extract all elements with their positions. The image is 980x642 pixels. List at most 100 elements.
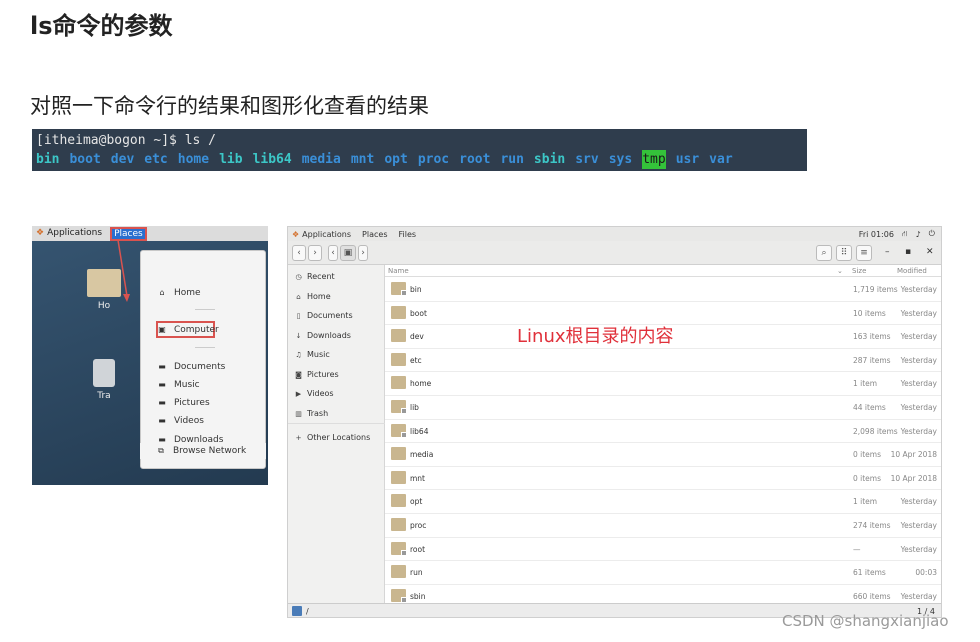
menu-separator [195,309,215,310]
file-row[interactable]: run 61 items 00:03 [385,561,941,585]
sidebar-item-label: Documents [307,311,353,320]
terminal-entry: sys [608,152,633,167]
file-modified: 10 Apr 2018 [890,450,937,460]
file-modified: Yesterday [900,285,937,294]
folder-icon [391,470,406,484]
file-row[interactable]: lib64 2,098 items Yesterday [385,420,941,444]
path-right-button[interactable]: › [358,245,368,261]
file-size: 1,719 items [853,285,898,294]
menu-icon: ≡ [860,248,868,258]
file-modified: Yesterday [900,521,937,530]
applications-menu[interactable]: Applications [302,230,351,239]
file-row[interactable]: etc 287 items Yesterday [385,349,941,373]
sidebar-item-recent[interactable]: ◷ Recent [294,270,334,284]
file-row[interactable]: home 1 item Yesterday [385,372,941,396]
file-name: lib64 [410,426,429,436]
column-modified[interactable]: Modified [897,265,927,277]
places-item-label: Browse Network [173,446,247,456]
folder-icon [391,305,406,319]
places-item-documents[interactable]: ▬ Documents [141,359,265,375]
file-modified: 00:03 [915,568,937,578]
sidebar-item-videos[interactable]: ▶ Videos [294,387,334,401]
sidebar-item-pictures[interactable]: ◙ Pictures [294,368,339,382]
watermark: CSDN @shangxianjiao [782,612,949,630]
places-dropdown: ⌂ Home ▣ Computer ▬ Documents ▬ Music ▬ Pictu… [140,250,266,469]
symlink-badge-icon [401,290,407,296]
folder-icon [391,282,407,296]
file-row[interactable]: mnt 0 items 10 Apr 2018 [385,467,941,491]
back-button[interactable]: ‹ [292,245,306,261]
symlink-badge-icon [401,408,407,414]
trash-icon: ▥ [295,410,302,418]
desktop-trash-icon[interactable]: Tra [84,359,124,401]
plus-icon: + [295,434,302,442]
search-icon: ⌕ [821,248,827,258]
files-topbar: ❖ Applications Places Files Fri 01:06 ⛙ … [288,227,941,241]
file-size: 287 items [853,355,891,365]
sidebar-item-other-locations[interactable]: + Other Locations [294,431,371,445]
sidebar-item-trash[interactable]: ▥ Trash [294,407,328,421]
file-row[interactable]: bin 1,719 items Yesterday [385,278,941,302]
sidebar-item-label: Trash [307,409,329,418]
column-header: Name ⌄ Size Modified [385,265,941,277]
places-menu[interactable]: Places [362,230,387,239]
file-row[interactable]: lib 44 items Yesterday [385,396,941,420]
folder-icon [391,400,407,414]
places-menu-button[interactable]: Places [110,226,147,241]
terminal-entry: media [301,152,341,167]
places-item-pictures[interactable]: ▬ Pictures [141,395,265,411]
file-size: 0 items [853,473,882,483]
file-row[interactable]: proc 274 items Yesterday [385,514,941,538]
terminal-entry: mnt [350,152,375,167]
sidebar-item-label: Home [307,292,331,301]
desktop-home-icon[interactable]: Ho [84,269,124,311]
file-row[interactable]: root — Yesterday [385,538,941,562]
file-row[interactable]: opt 1 item Yesterday [385,490,941,514]
power-icon[interactable]: ⏻ [929,229,935,239]
file-modified: Yesterday [900,497,937,507]
applications-icon: ❖ [36,228,45,238]
column-name[interactable]: Name [388,265,409,277]
computer-icon: ▣ [158,325,166,334]
column-size[interactable]: Size [852,265,866,277]
sidebar-item-home[interactable]: ⌂ Home [294,290,331,304]
terminal-entry: proc [417,152,450,167]
file-row[interactable]: media 0 items 10 Apr 2018 [385,443,941,467]
recent-icon: ◷ [295,273,302,281]
sidebar-item-label: Other Locations [307,433,371,442]
terminal-entry: root [459,152,491,167]
places-item-music[interactable]: ▬ Music [141,377,265,393]
sidebar-item-downloads[interactable]: ↓ Downloads [294,329,351,343]
close-button[interactable]: ✕ [926,247,934,257]
minimize-button[interactable]: – [885,247,890,257]
folder-icon [391,329,406,343]
terminal-entry: bin [36,152,60,167]
desktop-icon-label: Tra [97,391,111,401]
places-item-videos[interactable]: ▬ Videos [141,413,265,429]
applications-menu[interactable]: Applications [47,226,102,241]
folder-icon [391,352,406,366]
file-size: 163 items [853,332,891,342]
maximize-button[interactable]: ▪ [905,247,911,257]
sidebar-item-documents[interactable]: ▯ Documents [294,309,353,323]
terminal-entry: run [500,152,524,167]
clock[interactable]: Fri 01:06 [859,230,894,239]
file-name: proc [410,521,427,530]
path-left-button[interactable]: ‹ [328,245,338,261]
sort-chevron-icon[interactable]: ⌄ [837,265,843,277]
files-menu[interactable]: Files [398,230,416,239]
file-name: home [410,379,432,389]
terminal-entry: srv [575,152,599,167]
volume-icon[interactable]: ♪ [916,230,921,239]
places-item-home[interactable]: ⌂ Home [141,285,265,301]
places-item-browse-network[interactable]: ⧉ Browse Network [140,443,266,459]
view-menu-button[interactable]: ≡ [856,245,872,261]
network-status-icon[interactable]: ⛙ [902,229,908,239]
folder-icon: ▬ [158,380,166,389]
forward-button[interactable]: › [308,245,322,261]
sidebar-item-music[interactable]: ♫ Music [294,348,329,362]
view-grid-button[interactable]: ⠿ [836,245,852,261]
search-button[interactable]: ⌕ [816,245,832,261]
places-item-computer[interactable]: ▣ Computer [141,322,265,338]
computer-path-button[interactable]: ▣ [340,245,356,261]
